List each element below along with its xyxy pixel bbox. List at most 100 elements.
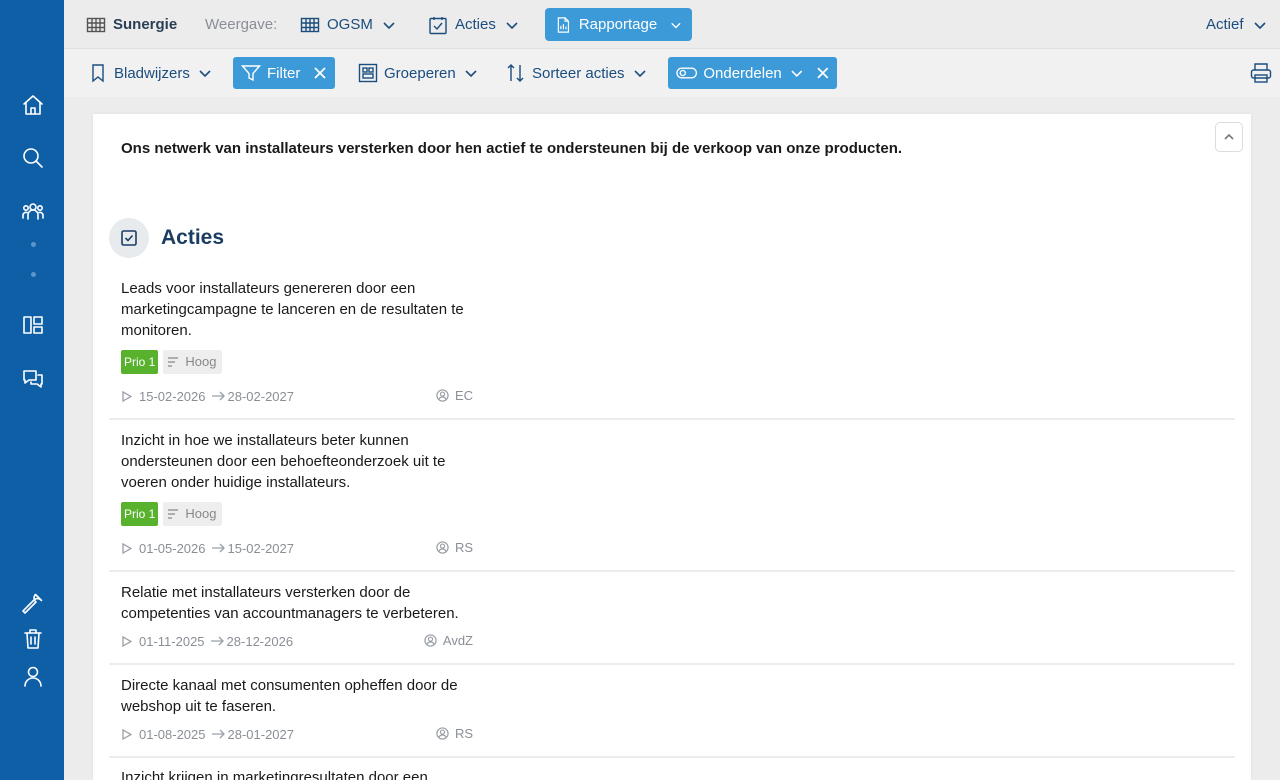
action-text: Inzicht krijgen in marketingresultaten d… <box>121 769 428 780</box>
level-icon <box>168 509 179 519</box>
group-dropdown[interactable]: Groeperen <box>358 57 478 89</box>
print-icon <box>1250 63 1272 83</box>
action-card[interactable]: Relatie met installateurs versterken doo… <box>109 572 1235 665</box>
view-rapportage[interactable]: Rapportage <box>545 8 692 41</box>
chevron-down-icon <box>199 70 211 78</box>
view-acties[interactable]: Acties <box>428 8 519 41</box>
brand-name: Sunergie <box>113 16 178 33</box>
chevron-down-icon <box>506 21 518 29</box>
status-dropdown[interactable]: Actief <box>1206 8 1267 41</box>
chevron-down-icon <box>465 70 477 78</box>
sort-icon <box>507 64 524 82</box>
badges: Prio 1 Hoog <box>121 350 223 374</box>
checkbox-icon <box>121 230 137 246</box>
arrow-right-icon <box>211 543 225 553</box>
owner-initials: RS <box>454 540 473 555</box>
view-label: Weergave: <box>205 16 278 33</box>
search-icon[interactable] <box>20 145 46 171</box>
chat-icon[interactable] <box>20 365 46 391</box>
status-label: Actief <box>1206 16 1244 33</box>
action-card[interactable]: Inzicht in hoe we installateurs beter ku… <box>109 420 1235 572</box>
action-meta: 01-11-2025 28-12-2026 AvdZ <box>121 633 473 649</box>
arrow-right-icon <box>210 636 224 646</box>
end-date: 28-12-2026 <box>226 633 294 649</box>
owner-initials: RS <box>454 726 473 741</box>
user-circle-icon <box>436 541 449 554</box>
start-date: 01-11-2025 <box>139 633 205 649</box>
sidebar-sub-dot[interactable] <box>31 242 36 247</box>
home-icon[interactable] <box>20 92 46 118</box>
owner: AvdZ <box>424 633 473 648</box>
level-label: Hoog <box>185 354 217 369</box>
bookmarks-label: Bladwijzers <box>114 64 190 82</box>
bookmarks-dropdown[interactable]: Bladwijzers <box>88 57 212 89</box>
top-bar: Sunergie Weergave: OGSM Acties Rapportag… <box>64 0 1280 49</box>
badges: Prio 1 Hoog <box>121 502 223 526</box>
prio-badge: Prio 1 <box>121 502 159 526</box>
play-icon <box>122 390 132 402</box>
level-badge: Hoog <box>163 502 223 526</box>
owner: RS <box>436 726 473 741</box>
table-icon <box>86 17 106 32</box>
group-icon <box>358 63 378 83</box>
main-panel: Ons netwerk van installateurs versterken… <box>93 114 1251 780</box>
chevron-down-icon <box>791 70 802 78</box>
group-label: Groeperen <box>384 64 456 82</box>
filter-label: Filter <box>267 64 301 82</box>
owner-initials: EC <box>454 388 473 403</box>
rapportage-label: Rapportage <box>578 16 658 33</box>
arrow-right-icon <box>211 391 225 401</box>
action-text: Directe kanaal met consumenten opheffen … <box>121 677 458 715</box>
team-icon[interactable] <box>20 198 46 224</box>
arrow-right-icon <box>211 729 225 739</box>
ogsm-label: OGSM <box>327 16 373 33</box>
view-ogsm[interactable]: OGSM <box>300 8 396 41</box>
grid-icon <box>300 17 320 32</box>
sidebar <box>0 0 64 780</box>
wrench-icon[interactable] <box>20 590 46 616</box>
end-date: 28-02-2027 <box>227 388 295 404</box>
acties-label: Acties <box>455 16 496 33</box>
user-circle-icon <box>436 727 449 740</box>
action-card[interactable]: Leads voor installateurs genereren door … <box>109 268 1235 420</box>
print-button[interactable] <box>1250 57 1278 89</box>
chevron-up-icon <box>1224 133 1234 140</box>
toolbar: Bladwijzers Filter Groeperen Sorteer act… <box>64 49 1280 97</box>
level-badge: Hoog <box>163 350 223 374</box>
sort-label: Sorteer acties <box>532 64 625 82</box>
action-card[interactable]: Directe kanaal met consumenten opheffen … <box>109 665 1235 758</box>
action-text: Relatie met installateurs versterken doo… <box>121 584 459 622</box>
start-date: 01-08-2025 <box>139 726 206 742</box>
action-text: Leads voor installateurs genereren door … <box>121 280 464 339</box>
section-title: Acties <box>161 226 225 249</box>
report-icon <box>557 16 570 33</box>
filter-icon <box>241 65 261 82</box>
level-icon <box>168 357 179 367</box>
filter-button[interactable]: Filter <box>233 57 335 89</box>
play-icon <box>122 728 132 740</box>
action-text: Inzicht in hoe we installateurs beter ku… <box>121 432 446 491</box>
chevron-down-icon <box>671 22 681 28</box>
collapse-button[interactable] <box>1215 122 1243 152</box>
user-circle-icon <box>436 389 449 402</box>
action-card[interactable]: Inzicht krijgen in marketingresultaten d… <box>109 768 1235 780</box>
trash-icon[interactable] <box>20 626 46 652</box>
objective-title: Ons netwerk van installateurs versterken… <box>121 140 903 157</box>
play-icon <box>122 635 132 647</box>
parts-label: Onderdelen <box>703 64 782 82</box>
user-circle-icon <box>424 634 437 647</box>
board-icon[interactable] <box>20 312 46 338</box>
owner: EC <box>436 388 473 403</box>
sidebar-sub-dot[interactable] <box>31 272 36 277</box>
sort-dropdown[interactable]: Sorteer acties <box>506 57 647 89</box>
user-icon[interactable] <box>20 663 46 689</box>
start-date: 01-05-2026 <box>139 540 206 556</box>
parts-button[interactable]: Onderdelen <box>668 57 837 89</box>
chevron-down-icon <box>633 70 646 78</box>
brand[interactable]: Sunergie <box>86 8 177 41</box>
end-date: 28-01-2027 <box>227 726 295 742</box>
close-icon[interactable] <box>817 67 829 79</box>
end-date: 15-02-2027 <box>227 540 295 556</box>
action-meta: 01-08-2025 28-01-2027 RS <box>121 726 473 742</box>
close-icon[interactable] <box>314 67 326 79</box>
